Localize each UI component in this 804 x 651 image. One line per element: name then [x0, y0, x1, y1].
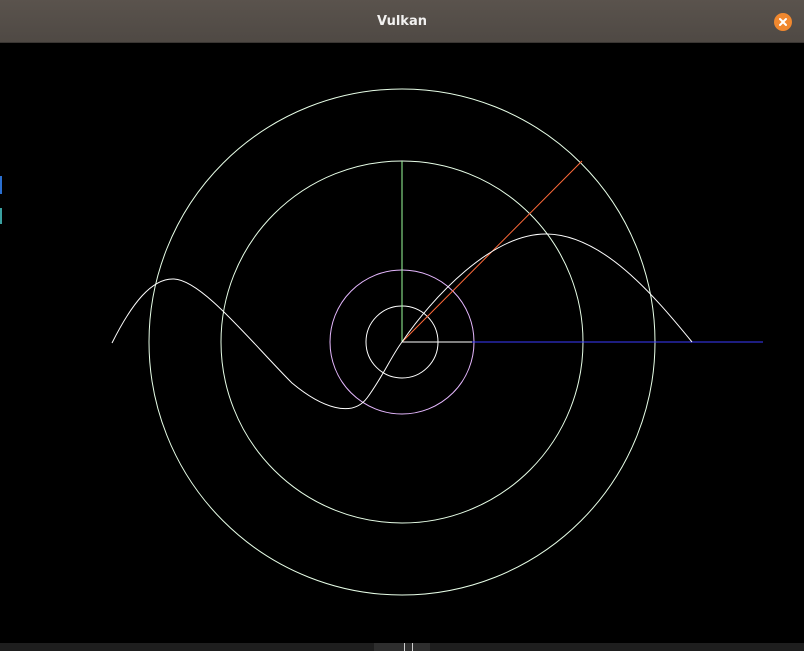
title-bar[interactable]: Vulkan — [0, 0, 804, 43]
bottom-handle[interactable] — [374, 643, 430, 651]
vector-scene — [111, 88, 763, 596]
bottom-tick-left — [404, 643, 405, 651]
close-icon — [779, 18, 787, 26]
bottom-tick-right — [412, 643, 413, 651]
close-button[interactable] — [774, 13, 792, 31]
app-window: Vulkan — [0, 0, 804, 651]
window-title: Vulkan — [377, 14, 427, 29]
render-viewport[interactable] — [2, 43, 802, 643]
left-edge-marker — [0, 208, 2, 224]
left-edge-highlight — [0, 176, 2, 194]
